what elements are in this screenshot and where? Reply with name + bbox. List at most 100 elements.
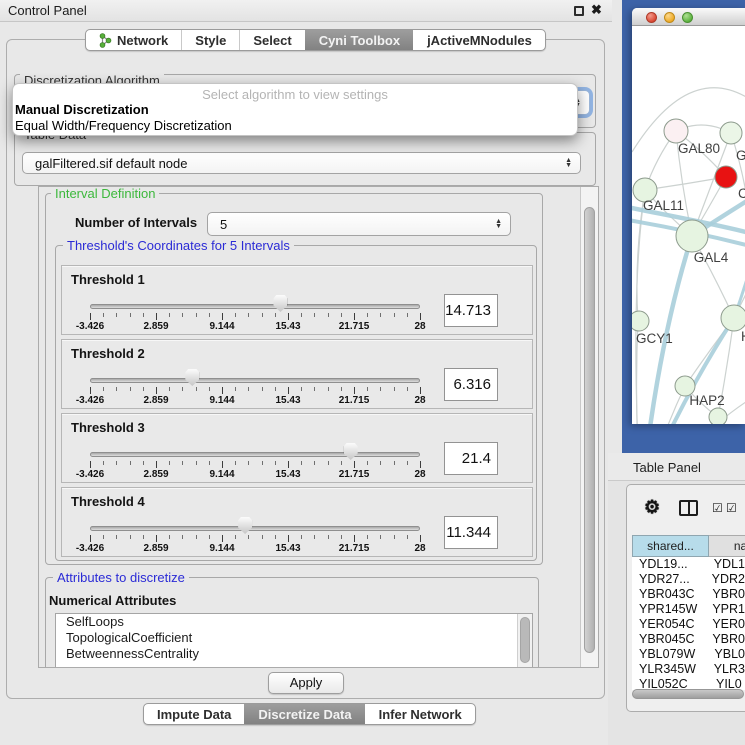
tick-mark	[222, 313, 223, 320]
tab-jactivemnodules[interactable]: jActiveMNodules	[413, 30, 545, 50]
network-node-gcy1[interactable]	[632, 311, 649, 331]
tick-label: 9.144	[209, 543, 234, 554]
network-node-gal4[interactable]	[676, 220, 708, 252]
horizontal-scrollbar-thumb[interactable]	[632, 689, 744, 699]
control-panel-titlebar	[0, 0, 612, 22]
tick-mark	[354, 387, 355, 394]
network-node-h[interactable]	[721, 305, 745, 331]
cell-name: YLR3	[707, 662, 745, 677]
tick-mark	[196, 461, 197, 465]
gear-icon[interactable]: ⚙	[644, 498, 660, 516]
zoom-traffic-light-icon[interactable]	[682, 12, 693, 23]
table-row[interactable]: YPR145WYPR1	[632, 602, 745, 617]
table-rows: YDL19...YDL1YDR27...YDR2YBR043CYBR0YPR14…	[632, 557, 745, 690]
network-node-label: C	[738, 186, 745, 201]
slider-thumb[interactable]	[273, 295, 287, 312]
numerical-attributes-label: Numerical Attributes	[49, 593, 176, 608]
tick-mark	[143, 387, 144, 391]
tick-mark	[314, 313, 315, 317]
tick-mark	[288, 313, 289, 320]
cell-shared-name: YLR345W	[632, 662, 707, 677]
threshold-value-field[interactable]: 11.344	[444, 516, 498, 549]
table-row[interactable]: YDL19...YDL1	[632, 557, 745, 572]
list-item-topologicalcoefficient[interactable]: TopologicalCoefficient	[56, 630, 532, 646]
tick-mark	[407, 387, 408, 391]
table-row[interactable]: YER054CYER0	[632, 617, 745, 632]
network-node[interactable]	[715, 166, 737, 188]
float-window-icon[interactable]	[574, 6, 584, 16]
tab-select[interactable]: Select	[239, 30, 304, 50]
network-node[interactable]	[709, 408, 727, 424]
tick-label: 28	[414, 543, 425, 554]
slider-thumb[interactable]	[238, 517, 252, 534]
viewport-scrollbar[interactable]	[580, 187, 598, 667]
cell-name: YPR1	[705, 602, 745, 617]
tab-cyni-toolbox[interactable]: Cyni Toolbox	[305, 30, 413, 50]
table-row[interactable]: YLR345WYLR3	[632, 662, 745, 677]
tick-label: 21.715	[339, 395, 370, 406]
tick-mark	[182, 461, 183, 465]
threshold-value-field[interactable]: 14.713	[444, 294, 498, 327]
close-traffic-light-icon[interactable]	[646, 12, 657, 23]
network-node-label: GCY1	[636, 331, 673, 346]
tick-mark	[235, 461, 236, 465]
column-layout-icon[interactable]	[679, 500, 698, 516]
table-data-combobox[interactable]: galFiltered.sif default node ▲▼	[22, 152, 581, 174]
viewport-scrollbar-thumb[interactable]	[584, 207, 595, 653]
slider-track	[90, 378, 420, 383]
threshold-value-field[interactable]: 6.316	[444, 368, 498, 401]
tab-infer-network[interactable]: Infer Network	[365, 704, 475, 724]
tab-impute-data[interactable]: Impute Data	[144, 704, 244, 724]
minimize-traffic-light-icon[interactable]	[664, 12, 675, 23]
number-of-intervals-combobox[interactable]: 5 ▲▼	[207, 212, 511, 236]
tick-label: -3.426	[76, 543, 104, 554]
apply-button[interactable]: Apply	[268, 672, 344, 694]
table-row[interactable]: YBR045CYBR0	[632, 632, 745, 647]
column-header-shared-name[interactable]: shared...	[632, 535, 709, 557]
tick-mark	[169, 387, 170, 391]
list-item-selfloops[interactable]: SelfLoops	[56, 614, 532, 630]
tick-mark	[262, 313, 263, 317]
threshold-label: Threshold 4	[71, 494, 145, 509]
tick-label: 2.859	[143, 469, 168, 480]
tick-label: 21.715	[339, 469, 370, 480]
threshold-value-field[interactable]: 21.4	[444, 442, 498, 475]
slider-thumb[interactable]	[344, 443, 358, 460]
tick-label: 9.144	[209, 395, 234, 406]
tab-network[interactable]: Network	[86, 30, 181, 50]
close-icon[interactable]: ✖	[591, 2, 602, 18]
number-of-intervals-value: 5	[208, 217, 227, 232]
cell-name: YER0	[705, 617, 745, 632]
slider-thumb[interactable]	[185, 369, 199, 386]
tick-mark	[407, 461, 408, 465]
table-row[interactable]: YBL079WYBL0	[632, 647, 745, 662]
network-view-window: GAL80GAGAL11CGAL4GCY1HHAP2	[632, 8, 745, 424]
tab-style[interactable]: Style	[181, 30, 239, 50]
table-row[interactable]: YDR27...YDR2	[632, 572, 745, 587]
dropdown-prompt: Select algorithm to view settings	[13, 84, 577, 102]
list-item-betweennesscentrality[interactable]: BetweennessCentrality	[56, 646, 532, 662]
list-scrollbar[interactable]	[517, 614, 532, 668]
tab-discretize-data[interactable]: Discretize Data	[244, 704, 364, 724]
cell-shared-name: YBR043C	[632, 587, 705, 602]
list-scrollbar-thumb[interactable]	[520, 617, 530, 663]
network-canvas-container[interactable]: GAL80GAGAL11CGAL4GCY1HHAP2	[632, 26, 745, 424]
checkbox-icon[interactable]: ☑	[726, 501, 737, 515]
column-header-name[interactable]: na	[709, 535, 745, 557]
network-canvas[interactable]: GAL80GAGAL11CGAL4GCY1HHAP2	[632, 26, 745, 424]
table-row[interactable]: YBR043CYBR0	[632, 587, 745, 602]
cell-shared-name: YDR27...	[632, 572, 705, 587]
dropdown-option-equal-width[interactable]: Equal Width/Frequency Discretization	[13, 118, 577, 134]
tick-label: 2.859	[143, 321, 168, 332]
tick-mark	[262, 461, 263, 465]
dropdown-option-manual[interactable]: Manual Discretization	[13, 102, 577, 118]
tick-mark	[301, 461, 302, 465]
tick-mark	[130, 387, 131, 391]
network-node-gal80[interactable]	[664, 119, 688, 143]
network-node-label: GAL80	[678, 141, 720, 156]
checkbox-icon[interactable]: ☑	[712, 501, 723, 515]
numerical-attributes-list[interactable]: SelfLoops TopologicalCoefficient Between…	[55, 613, 533, 668]
network-node[interactable]	[720, 122, 742, 144]
tick-mark	[116, 461, 117, 465]
tick-mark	[262, 387, 263, 391]
